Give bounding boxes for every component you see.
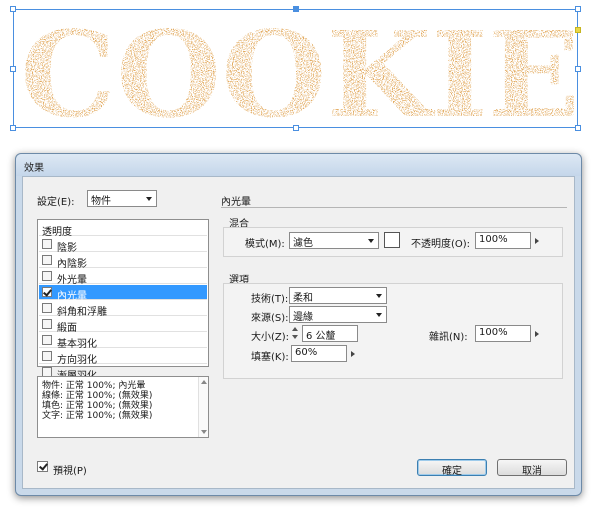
preview-label: 預視(P) [53, 466, 87, 477]
list-item-effect[interactable]: 基本羽化 [39, 333, 207, 350]
resize-handle-top-center[interactable] [293, 6, 299, 12]
list-item-effect[interactable]: 外光暈 [39, 269, 207, 286]
summary-line-stroke: 線條: 正常 100%; (無效果) [42, 391, 153, 401]
corner-options-icon[interactable] [575, 27, 581, 33]
effect-checkbox[interactable] [42, 287, 52, 297]
opacity-value: 100% [479, 234, 508, 245]
list-item-transparency[interactable]: 透明度 [39, 221, 207, 238]
dialog-title: 效果 [24, 163, 44, 174]
settings-value: 物件 [91, 196, 111, 207]
resize-handle-middle-right[interactable] [575, 66, 581, 72]
summary-scrollbar[interactable] [198, 377, 208, 437]
resize-handle-middle-left[interactable] [10, 66, 16, 72]
list-item-effect[interactable]: 內陰影 [39, 253, 207, 270]
size-stepper[interactable] [291, 325, 300, 342]
list-item-effect[interactable]: 陰影 [39, 237, 207, 254]
technique-dropdown[interactable]: 柔和 [289, 287, 387, 304]
effect-checkbox[interactable] [42, 271, 52, 281]
scroll-down-icon[interactable] [201, 430, 207, 434]
selection-bounding-box [13, 9, 578, 128]
technique-value: 柔和 [293, 293, 313, 304]
increment-icon[interactable] [292, 327, 298, 331]
resize-handle-bottom-center[interactable] [293, 125, 299, 131]
preview-checkbox[interactable] [37, 461, 48, 472]
source-dropdown[interactable]: 邊緣 [289, 306, 387, 323]
chevron-down-icon [376, 313, 382, 317]
dialog-title-bar[interactable]: 效果 [16, 154, 581, 176]
summary-line-text: 文字: 正常 100%; (無效果) [42, 411, 153, 421]
resize-handle-bottom-left[interactable] [10, 125, 16, 131]
list-item-effect[interactable]: 緞面 [39, 317, 207, 334]
settings-label: 設定(E): [37, 197, 75, 208]
chevron-down-icon [368, 239, 374, 243]
choke-field[interactable]: 60% [291, 345, 347, 362]
glow-color-swatch[interactable] [384, 232, 400, 248]
noise-label: 雜訊(N): [429, 332, 468, 343]
effects-list: 透明度 陰影內陰影外光暈內光暈斜角和浮雕緞面基本羽化方向羽化漸層羽化 [37, 219, 209, 382]
source-value: 邊緣 [293, 312, 313, 323]
document-canvas[interactable]: COOKIE [0, 0, 600, 150]
scroll-up-icon[interactable] [201, 380, 207, 384]
noise-field[interactable]: 100% [475, 325, 531, 342]
source-label: 來源(S): [251, 313, 289, 324]
dialog-body: 設定(E): 物件 透明度 陰影 內陰影 外光暈 內光暈 斜角和浮雕 緞面 基本羽化 方向羽化… [22, 176, 575, 489]
technique-label: 技術(T): [251, 294, 289, 305]
effect-checkbox[interactable] [42, 319, 52, 329]
size-field[interactable]: 6 公釐 [302, 325, 358, 342]
summary-line-object: 物件: 正常 100%; 內光暈 [42, 381, 146, 391]
cancel-button[interactable]: 取消 [497, 459, 567, 477]
decrement-icon[interactable] [292, 335, 298, 339]
resize-handle-top-right[interactable] [575, 6, 581, 12]
summary-line-fill: 填色: 正常 100%; (無效果) [42, 401, 153, 411]
effect-checkbox[interactable] [42, 239, 52, 249]
resize-handle-top-left[interactable] [10, 6, 16, 12]
panel-heading: 內光暈 [221, 197, 251, 208]
list-item-effect[interactable]: 方向羽化 [39, 349, 207, 366]
settings-dropdown[interactable]: 物件 [87, 190, 157, 207]
mode-label: 模式(M): [245, 239, 285, 250]
noise-value: 100% [479, 327, 508, 338]
opacity-label: 不透明度(O): [411, 239, 471, 250]
chevron-down-icon [376, 294, 382, 298]
size-label: 大小(Z): [251, 332, 290, 343]
size-value: 6 公釐 [306, 331, 336, 342]
heading-divider [221, 207, 567, 208]
opacity-flyout-icon[interactable] [535, 238, 539, 244]
list-item-effect[interactable]: 斜角和浮雕 [39, 301, 207, 318]
effects-dialog: 效果 設定(E): 物件 透明度 陰影 內陰影 外光暈 內光暈 斜角和浮雕 緞面 基本羽化方… [15, 153, 582, 496]
effect-checkbox[interactable] [42, 255, 52, 265]
list-item-effect[interactable]: 內光暈 [39, 285, 207, 302]
choke-label: 填塞(K): [251, 352, 289, 363]
ok-button[interactable]: 確定 [417, 459, 487, 477]
effect-checkbox[interactable] [42, 303, 52, 313]
choke-value: 60% [295, 347, 318, 358]
resize-handle-bottom-right[interactable] [575, 125, 581, 131]
opacity-field[interactable]: 100% [475, 232, 531, 249]
choke-flyout-icon[interactable] [351, 351, 355, 357]
noise-flyout-icon[interactable] [535, 331, 539, 337]
effects-summary: 物件: 正常 100%; 內光暈 線條: 正常 100%; (無效果) 填色: … [37, 376, 209, 438]
chevron-down-icon [146, 197, 152, 201]
effect-checkbox[interactable] [42, 351, 52, 361]
blend-mode-value: 濾色 [293, 238, 313, 249]
blend-mode-dropdown[interactable]: 濾色 [289, 232, 379, 249]
effect-checkbox[interactable] [42, 335, 52, 345]
